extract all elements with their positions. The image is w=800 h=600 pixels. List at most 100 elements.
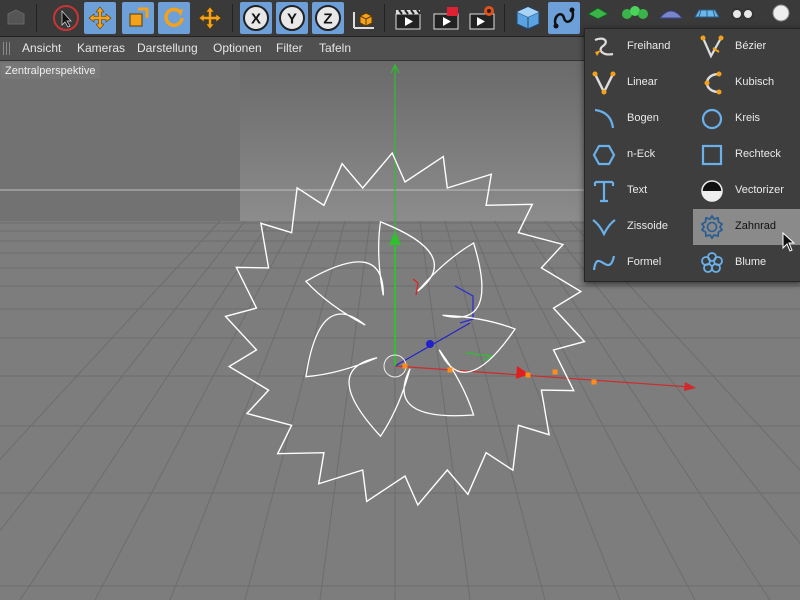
scale-tool-button[interactable] — [122, 2, 154, 34]
clapperboard-red-icon — [433, 7, 459, 30]
cube-axes-icon — [353, 12, 374, 29]
render-settings-button[interactable] — [466, 2, 498, 34]
spline-point[interactable] — [447, 367, 453, 373]
scene-button[interactable] — [690, 2, 724, 24]
last-tool-button[interactable] — [194, 2, 226, 34]
freehand-spline-icon — [594, 37, 614, 56]
camera-button[interactable] — [728, 2, 758, 24]
menu-filter[interactable]: Filter — [276, 41, 303, 55]
formula-icon — [592, 255, 616, 271]
vectorizer-icon — [701, 180, 723, 202]
y-axis-circle: Y — [279, 5, 305, 31]
deformer-icon — [658, 10, 684, 19]
spline-item-label: Zissoide — [627, 220, 668, 232]
cube-icon — [516, 6, 540, 30]
x-axis-lock-button[interactable]: X — [240, 2, 272, 34]
hexagon-icon — [592, 144, 616, 166]
menu-tafeln[interactable]: Tafeln — [319, 41, 351, 55]
clapperboard-gear-icon — [469, 6, 495, 30]
z-axis-handle[interactable] — [426, 340, 434, 348]
spline-item-label: Zahnrad — [735, 220, 776, 232]
spline-item-label: Bogen — [627, 112, 659, 124]
spline-button[interactable] — [548, 2, 580, 34]
rotate-icon — [164, 7, 184, 28]
menu-grip-handle[interactable] — [3, 42, 11, 55]
rectangle-icon — [701, 144, 723, 166]
spline-pen-icon — [553, 7, 575, 29]
cross-arrows-icon — [198, 6, 222, 30]
x-axis-circle: X — [243, 5, 269, 31]
array-button[interactable] — [618, 2, 652, 24]
spline-item-linear[interactable]: Linear — [585, 65, 693, 101]
spline-item-text[interactable]: Text — [585, 173, 693, 209]
y-axis-lock-button[interactable]: Y — [276, 2, 308, 34]
spline-item-freihand[interactable]: Freihand — [585, 29, 693, 65]
floor-icon — [694, 9, 720, 18]
spline-item-label: Blume — [735, 256, 767, 268]
render-picture-viewer-button[interactable] — [430, 2, 462, 34]
z-axis-circle: Z — [315, 5, 341, 31]
cissoid-icon — [592, 219, 616, 237]
undo-button[interactable] — [0, 2, 32, 34]
undo-icon — [7, 9, 25, 25]
spline-item-kreis[interactable]: Kreis — [693, 101, 800, 137]
z-axis-label: Z — [323, 11, 332, 28]
linear-spline-icon — [592, 71, 616, 95]
live-selection-button[interactable] — [50, 2, 82, 34]
clapperboard-icon — [395, 9, 421, 30]
spline-item-label: Freihand — [627, 40, 671, 52]
spline-item-label: Rechteck — [735, 148, 781, 160]
spline-item-label: Linear — [627, 76, 658, 88]
spline-item-label: n-Eck — [627, 148, 656, 160]
mouse-cursor-icon — [782, 232, 796, 252]
spline-item-label: Kreis — [735, 112, 761, 124]
flower-icon — [701, 252, 723, 273]
spline-item-label: Vectorizer — [735, 184, 784, 196]
spline-item-formel[interactable]: Formel — [585, 245, 693, 281]
cube-object-button[interactable] — [512, 2, 544, 34]
spline-item-label: Kubisch — [735, 76, 775, 88]
cursor-arrow-icon — [53, 5, 79, 31]
spline-point[interactable] — [591, 379, 597, 385]
z-axis-lock-button[interactable]: Z — [312, 2, 344, 34]
render-view-button[interactable] — [392, 2, 424, 34]
x-axis-label: X — [251, 11, 261, 28]
menu-darstellung[interactable]: Darstellung — [137, 41, 198, 55]
spline-point[interactable] — [402, 363, 408, 369]
spline-point[interactable] — [525, 372, 531, 378]
move-arrows-icon — [88, 6, 112, 30]
spline-item-label: Bézier — [735, 40, 767, 52]
text-icon — [593, 180, 615, 203]
deformer-button[interactable] — [656, 2, 686, 24]
move-tool-button[interactable] — [84, 2, 116, 34]
y-axis-label: Y — [287, 11, 297, 28]
spline-item-vectorizer[interactable]: Vectorizer — [693, 173, 800, 209]
array-icon — [622, 6, 648, 19]
bezier-spline-icon — [700, 35, 724, 59]
spline-menu: Freihand Bézier Linear Kubisch Bogen Kre… — [584, 28, 800, 282]
viewport-label: Zentralperspektive — [1, 63, 100, 79]
menu-optionen[interactable]: Optionen — [213, 41, 262, 55]
cubic-spline-icon — [704, 71, 722, 95]
menu-ansicht[interactable]: Ansicht — [22, 41, 61, 55]
gear-icon — [700, 214, 724, 240]
coordinate-system-button[interactable] — [348, 2, 380, 34]
spline-item-label: Formel — [627, 256, 662, 268]
spline-item-label: Text — [627, 184, 648, 196]
spline-point[interactable] — [552, 369, 558, 375]
nurbs-icon — [586, 7, 610, 20]
spline-item-n-eck[interactable]: n-Eck — [585, 137, 693, 173]
circle-icon — [701, 108, 723, 130]
camera-icon — [731, 8, 754, 20]
menu-kameras[interactable]: Kameras — [77, 41, 125, 55]
arc-icon — [594, 108, 615, 129]
nurbs-button[interactable] — [584, 2, 612, 24]
spline-item-bogen[interactable]: Bogen — [585, 101, 693, 137]
spline-item-kubisch[interactable]: Kubisch — [693, 65, 800, 101]
scale-icon — [129, 7, 149, 27]
spline-item-zissoide[interactable]: Zissoide — [585, 209, 693, 245]
rotate-tool-button[interactable] — [158, 2, 190, 34]
spline-item-rechteck[interactable]: Rechteck — [693, 137, 800, 173]
light-button[interactable] — [764, 2, 798, 24]
spline-item-bezier[interactable]: Bézier — [693, 29, 800, 65]
